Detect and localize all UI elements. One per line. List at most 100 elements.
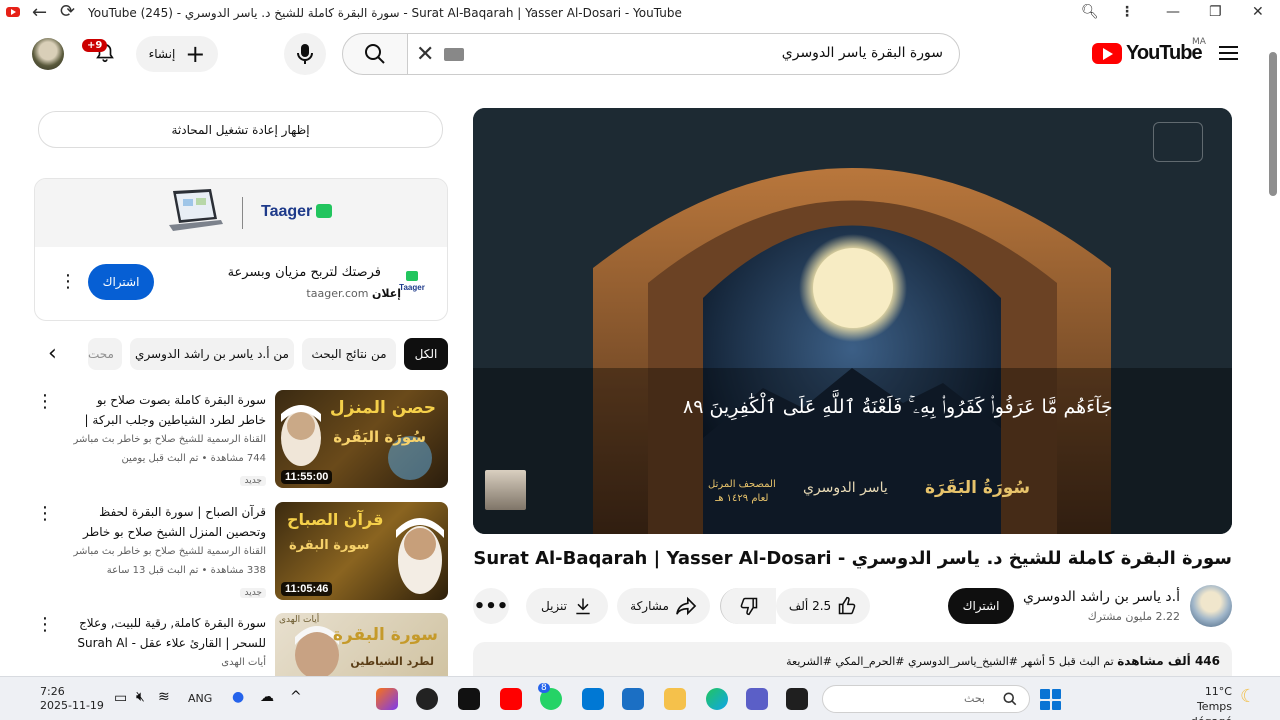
ad-more-icon[interactable]: ⋮ [59, 273, 77, 291]
channel-name[interactable]: أيات الهدى [66, 653, 266, 672]
more-vert-icon[interactable]: ⋮ [36, 616, 54, 634]
microphone-icon [297, 44, 313, 64]
reciter-logo: ياسر الدوسري [803, 480, 888, 496]
brave-icon[interactable] [376, 688, 398, 710]
list-item[interactable]: أيات الهدى سورة البقرة لطرد الشياطين سور… [34, 613, 448, 676]
video-thumbnail[interactable]: قرآن الصباح سورة البقرة 11:05:46 [275, 502, 448, 600]
thumb-up-icon [838, 596, 856, 615]
verse-text: جَآءَهُم مَّا عَرَفُوا۟ كَفَرُوا۟ بِهِۦ … [683, 396, 1113, 418]
clear-search-icon[interactable]: ✕ [416, 42, 434, 67]
zoom-icon[interactable]: 🔍︎ [1081, 4, 1099, 20]
tiktok-icon[interactable] [458, 688, 480, 710]
video-thumbnail[interactable]: حصن المنزل سُورَة البَقَرة 11:55:00 [275, 390, 448, 488]
keyboard-icon[interactable] [444, 48, 464, 61]
video-info[interactable]: سورة البقرة كاملة, رقية للبيت, وعلاج للس… [66, 613, 266, 672]
chevron-up-icon[interactable]: ^ [290, 689, 302, 705]
video-main-title: سورة البقرة كاملة للشيخ د. ياسر الدوسري … [473, 548, 1232, 569]
channel-avatar[interactable] [1190, 585, 1232, 627]
more-vert-icon[interactable]: ⋮ [36, 505, 54, 523]
chevron-left-icon[interactable]: ‹ [48, 343, 57, 365]
search-input[interactable]: ✕ سورة البقرة ياسر الدوسري [407, 33, 960, 75]
clock-date: 2025-11-19 [40, 699, 104, 712]
ad-title[interactable]: فرصتك لتربح مزيان وبسرعة [228, 265, 381, 280]
scrollbar-thumb[interactable] [1269, 52, 1277, 196]
channel-name[interactable]: القناة الرسمية للشيخ صلاح بو خاطر بث مبا… [66, 430, 266, 449]
search-button[interactable] [342, 33, 408, 75]
youtube-logo[interactable]: YouTube [1092, 42, 1203, 65]
video-info[interactable]: قرآن الصباح | سورة البقرة لحفظ وتحصين ال… [66, 502, 266, 599]
keyboard-language[interactable]: ANG [188, 692, 212, 705]
video-info[interactable]: سورة البقرة كاملة بصوت صلاح بو خاطر لطرد… [66, 390, 266, 487]
subscribe-button[interactable]: اشتراك [948, 588, 1014, 624]
taskbar-clock[interactable]: 7:26 2025-11-19 [40, 685, 104, 713]
chip-from-channel[interactable]: من أ.د ياسر بن راشد الدوسري [130, 338, 294, 370]
chip-related[interactable]: محت [88, 338, 122, 370]
show-chat-replay-button[interactable]: إظهار إعادة تشغيل المحادثة [38, 111, 443, 148]
file-explorer-icon[interactable] [664, 688, 686, 710]
ad-banner[interactable]: Taager [35, 179, 447, 247]
list-item[interactable]: حصن المنزل سُورَة البَقَرة 11:55:00 سورة… [34, 390, 448, 490]
taskbar-search-input[interactable]: بحث [822, 685, 1030, 713]
edge-icon[interactable] [706, 688, 728, 710]
video-title[interactable]: قرآن الصباح | سورة البقرة لحفظ وتحصين ال… [66, 502, 266, 542]
download-button[interactable]: تنزيل [526, 588, 608, 624]
thumb-channel-text: أيات الهدى [279, 615, 320, 625]
share-icon [675, 596, 697, 616]
video-title[interactable]: سورة البقرة كاملة, رقية للبيت, وعلاج للس… [66, 613, 266, 653]
wifi-icon[interactable]: ≋ [158, 689, 170, 705]
voice-search-button[interactable] [284, 33, 326, 75]
dislike-button[interactable] [720, 588, 776, 624]
chip-all[interactable]: الكل [404, 338, 448, 370]
video-player[interactable]: جَآءَهُم مَّا عَرَفُوا۟ كَفَرُوا۟ بِهِۦ … [473, 108, 1232, 534]
list-item[interactable]: قرآن الصباح سورة البقرة 11:05:46 قرآن ال… [34, 502, 448, 602]
reload-icon[interactable]: ⟳ [60, 2, 75, 22]
channel-name[interactable]: أ.د ياسر بن راشد الدوسري [1023, 589, 1180, 605]
minimize-icon[interactable]: — [1166, 4, 1180, 20]
more-actions-button[interactable]: ••• [473, 588, 509, 624]
menu-hamburger-icon[interactable] [1219, 46, 1238, 60]
ad-domain: taager.com [306, 287, 369, 300]
ad-card[interactable]: Taager فرصتك لتربح مزيان وبسرعة إعلان ta… [34, 178, 448, 321]
like-button[interactable]: 2.5 ألف [776, 588, 870, 624]
battery-icon[interactable]: ▭ [114, 690, 127, 706]
youtube-app-icon[interactable] [500, 688, 522, 710]
onedrive-icon[interactable]: ☁ [260, 689, 274, 705]
thumb-text-top: حصن المنزل [329, 398, 436, 418]
share-button[interactable]: مشاركة [617, 588, 710, 624]
teams-icon[interactable] [746, 688, 768, 710]
page-scrollbar[interactable] [1266, 40, 1280, 670]
window-title: YouTube (245) - سورة البقرة كاملة للشيخ … [88, 6, 682, 20]
outlook-icon[interactable] [622, 688, 644, 710]
surah-logo: سُورَةُ البَقَرَة [925, 478, 1031, 498]
video-duration: 11:55:00 [281, 470, 333, 484]
terminal-icon[interactable] [786, 688, 808, 710]
channel-watermark [1153, 122, 1203, 162]
microphone-icon[interactable]: ● [232, 689, 244, 705]
thumb-text-bottom: سُورَة البَقَرة [333, 428, 426, 446]
volume-muted-icon[interactable]: 🔇︎ [136, 689, 145, 705]
video-title[interactable]: سورة البقرة كاملة بصوت صلاح بو خاطر لطرد… [66, 390, 266, 430]
windows-start-icon[interactable] [1040, 689, 1061, 710]
back-arrow-icon[interactable]: ← [32, 3, 47, 23]
channel-name[interactable]: القناة الرسمية للشيخ صلاح بو خاطر بث مبا… [66, 542, 266, 561]
chip-from-search[interactable]: من نتائج البحث [302, 338, 396, 370]
thumb-text-top: قرآن الصباح [287, 510, 384, 529]
restore-icon[interactable]: ❐ [1209, 4, 1222, 20]
account-avatar[interactable] [32, 38, 64, 70]
more-vert-icon[interactable]: ⋮ [1120, 4, 1134, 20]
weather-widget[interactable]: 11°C Temps dégagé [1158, 684, 1232, 720]
reciter-inset-image [485, 470, 526, 510]
close-icon[interactable]: ✕ [1252, 4, 1264, 20]
video-meta: 744 مشاهدة • تم البث قبل يومين [121, 453, 266, 464]
search-icon [1003, 692, 1017, 706]
ad-subscribe-button[interactable]: اشتراك [88, 264, 154, 300]
store-icon[interactable] [582, 688, 604, 710]
search-query-text[interactable]: سورة البقرة ياسر الدوسري [782, 45, 943, 61]
video-thumbnail[interactable]: أيات الهدى سورة البقرة لطرد الشياطين [275, 613, 448, 676]
more-vert-icon[interactable]: ⋮ [36, 393, 54, 411]
create-button[interactable]: إنشاء + [136, 36, 218, 72]
youtube-play-icon [1092, 43, 1122, 64]
video-frame [473, 108, 1232, 534]
like-count: 2.5 ألف [788, 599, 832, 613]
app-icon[interactable] [416, 688, 438, 710]
